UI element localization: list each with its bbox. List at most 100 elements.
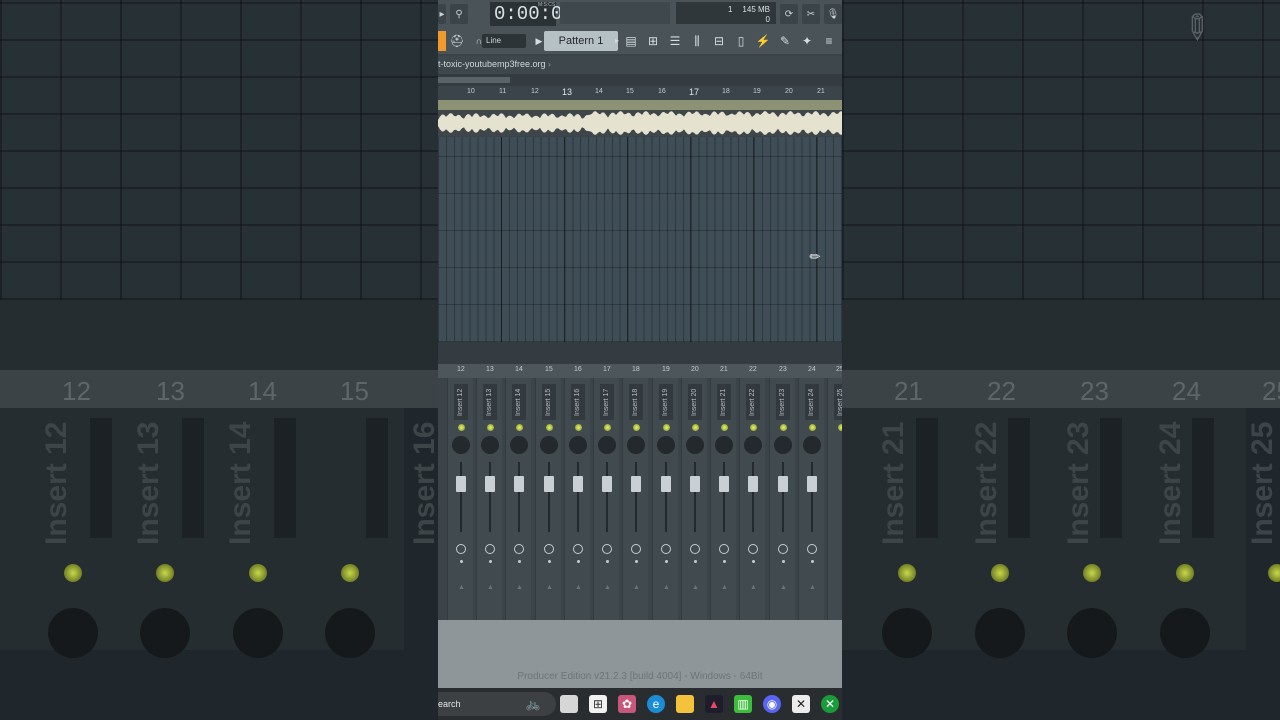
mixer-channel[interactable]: Insert 22 ▲ xyxy=(739,378,765,620)
mixer-channel[interactable]: Insert 19 ▲ xyxy=(652,378,678,620)
arm-icon[interactable]: ▲ xyxy=(575,584,582,591)
pan-knob[interactable] xyxy=(657,436,675,454)
arm-icon[interactable]: ▲ xyxy=(750,584,757,591)
mixer-channel[interactable]: Insert 12 ▲ xyxy=(447,378,473,620)
discord-icon[interactable]: ◉ xyxy=(763,695,781,713)
volume-fader[interactable] xyxy=(485,476,495,492)
pan-knob[interactable] xyxy=(569,436,587,454)
scrollbar-thumb[interactable] xyxy=(438,77,510,83)
route-icon[interactable] xyxy=(573,544,583,554)
mixer-channel[interactable]: Insert 14 ▲ xyxy=(505,378,531,620)
arrow-icon[interactable]: ▸ xyxy=(438,4,446,24)
file-icon[interactable]: ▯ xyxy=(732,31,750,51)
mixer-channel[interactable]: Insert 17 ▲ xyxy=(593,378,619,620)
spreadsheet-icon[interactable]: ▥ xyxy=(734,695,752,713)
capcut-icon[interactable]: ✕ xyxy=(792,695,810,713)
horizontal-scrollbar[interactable] xyxy=(438,74,842,86)
arm-icon[interactable]: ▲ xyxy=(780,584,787,591)
volume-fader[interactable] xyxy=(748,476,758,492)
route-icon[interactable] xyxy=(807,544,817,554)
pan-knob[interactable] xyxy=(452,436,470,454)
route-icon[interactable] xyxy=(661,544,671,554)
volume-fader[interactable] xyxy=(778,476,788,492)
mixer-icon[interactable]: ⫼ xyxy=(688,31,706,51)
route-icon[interactable] xyxy=(602,544,612,554)
pan-knob[interactable] xyxy=(686,436,704,454)
pan-knob[interactable] xyxy=(627,436,645,454)
mixer-channel[interactable]: Insert 18 ▲ xyxy=(622,378,648,620)
channel-led[interactable] xyxy=(546,424,553,431)
store-icon[interactable]: ⊞ xyxy=(589,695,607,713)
mixer-channel[interactable]: Insert 16 ▲ xyxy=(564,378,590,620)
piano-roll-icon[interactable]: ⊞ xyxy=(644,31,662,51)
route-icon[interactable] xyxy=(690,544,700,554)
arm-icon[interactable]: ▲ xyxy=(458,584,465,591)
app-icon[interactable]: ▲ xyxy=(705,695,723,713)
scissors-icon[interactable]: ✂ xyxy=(802,4,820,24)
arm-icon[interactable]: ▲ xyxy=(721,584,728,591)
plug-icon[interactable]: ⚡ xyxy=(754,31,772,51)
menu-icon[interactable]: ≡ xyxy=(820,31,838,51)
volume-fader[interactable] xyxy=(544,476,554,492)
arm-icon[interactable]: ▲ xyxy=(809,584,816,591)
playlist-grid[interactable]: ✎ xyxy=(438,137,842,342)
refresh-icon[interactable]: ⟳ xyxy=(780,4,798,24)
pattern-selector[interactable]: Pattern 1 xyxy=(544,31,618,51)
browser-icon[interactable]: ⊟ xyxy=(710,31,728,51)
mixer-channel[interactable]: Insert 25 xyxy=(827,378,842,620)
panel-divider[interactable] xyxy=(438,342,842,364)
arm-icon[interactable]: ▲ xyxy=(516,584,523,591)
mixer-channel[interactable]: Insert 21 ▲ xyxy=(710,378,736,620)
route-icon[interactable] xyxy=(485,544,495,554)
volume-fader[interactable] xyxy=(573,476,583,492)
volume-fader[interactable] xyxy=(456,476,466,492)
channel-led[interactable] xyxy=(750,424,757,431)
arm-icon[interactable]: ▲ xyxy=(692,584,699,591)
timeline-ruler[interactable]: 10 11 12 13 14 15 16 17 18 19 20 21 xyxy=(438,86,842,100)
pan-knob[interactable] xyxy=(774,436,792,454)
route-icon[interactable] xyxy=(514,544,524,554)
channel-led[interactable] xyxy=(663,424,670,431)
orange-tab[interactable] xyxy=(438,31,446,51)
brush-icon[interactable]: ✎ xyxy=(776,31,794,51)
volume-fader[interactable] xyxy=(690,476,700,492)
pan-knob[interactable] xyxy=(598,436,616,454)
pan-knob[interactable] xyxy=(744,436,762,454)
mixer-channel[interactable]: Insert 13 ▲ xyxy=(476,378,502,620)
playlist-icon[interactable]: ▤ xyxy=(622,31,640,51)
folder-icon[interactable] xyxy=(676,695,694,713)
arm-icon[interactable]: ▲ xyxy=(546,584,553,591)
pan-knob[interactable] xyxy=(540,436,558,454)
mixer-channel[interactable]: Insert 24 ▲ xyxy=(798,378,824,620)
volume-fader[interactable] xyxy=(631,476,641,492)
volume-fader[interactable] xyxy=(719,476,729,492)
file-name[interactable]: t-toxic-youtubemp3free.org xyxy=(438,59,546,69)
fx-icon[interactable]: ✦ xyxy=(798,31,816,51)
volume-fader[interactable] xyxy=(661,476,671,492)
copilot-icon[interactable]: ✿ xyxy=(618,695,636,713)
channel-rack-icon[interactable]: ☰ xyxy=(666,31,684,51)
channel-led[interactable] xyxy=(780,424,787,431)
route-icon[interactable] xyxy=(748,544,758,554)
mixer-channel[interactable]: Insert 20 ▲ xyxy=(681,378,707,620)
hat-icon[interactable]: ⛑ xyxy=(448,31,466,51)
route-icon[interactable] xyxy=(719,544,729,554)
mixer-channel[interactable]: Insert 15 ▲ xyxy=(535,378,561,620)
channel-led[interactable] xyxy=(458,424,465,431)
task-view-icon[interactable] xyxy=(560,695,578,713)
route-icon[interactable] xyxy=(544,544,554,554)
volume-fader[interactable] xyxy=(807,476,817,492)
arm-icon[interactable]: ▲ xyxy=(633,584,640,591)
channel-led[interactable] xyxy=(633,424,640,431)
volume-fader[interactable] xyxy=(514,476,524,492)
pan-knob[interactable] xyxy=(481,436,499,454)
route-icon[interactable] xyxy=(456,544,466,554)
mixer-channel[interactable]: Insert 23 ▲ xyxy=(769,378,795,620)
channel-led[interactable] xyxy=(692,424,699,431)
route-icon[interactable] xyxy=(778,544,788,554)
channel-led[interactable] xyxy=(516,424,523,431)
pan-knob[interactable] xyxy=(803,436,821,454)
snap-select[interactable]: Line xyxy=(482,34,526,48)
channel-led[interactable] xyxy=(838,424,842,431)
arm-icon[interactable]: ▲ xyxy=(604,584,611,591)
